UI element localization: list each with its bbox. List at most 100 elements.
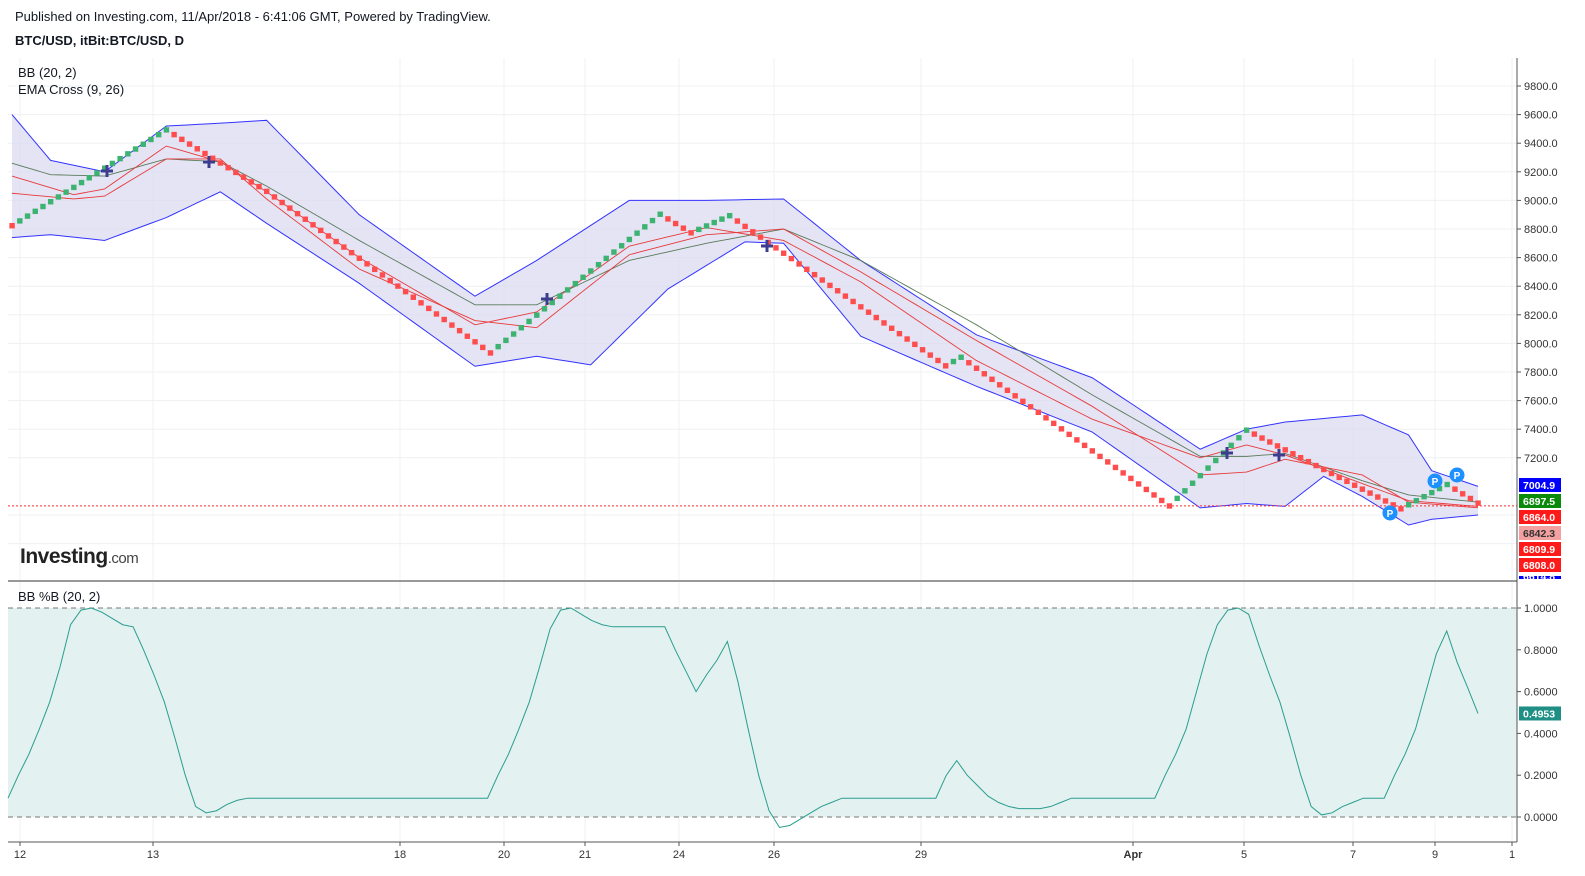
price-brick <box>865 309 872 315</box>
ema-cross-indicator-label[interactable]: EMA Cross (9, 26) <box>18 82 124 97</box>
price-brick <box>1135 481 1142 487</box>
price-brick <box>665 216 671 222</box>
price-brick <box>834 288 841 294</box>
price-brick <box>896 330 903 337</box>
price-brick <box>1051 420 1057 427</box>
price-brick <box>402 288 409 295</box>
price-brick <box>1398 506 1404 512</box>
price-brick <box>796 261 802 267</box>
x-tick-label: 24 <box>673 849 685 861</box>
price-brick <box>318 227 324 234</box>
price-brick <box>1112 464 1119 471</box>
price-brick <box>1313 462 1319 469</box>
price-brick <box>595 261 602 268</box>
price-brick <box>379 272 386 278</box>
price-brick <box>410 294 417 300</box>
price-brick <box>1282 447 1288 453</box>
price-brick <box>757 234 764 240</box>
price-tags: 7004.96897.56864.06842.36809.96808.06614… <box>1519 478 1561 721</box>
price-brick <box>626 236 633 243</box>
y-tick-label: 9000.0 <box>1524 195 1558 207</box>
y-tick-label: 0.2000 <box>1524 770 1558 782</box>
price-brick <box>1328 470 1335 477</box>
price-brick <box>534 312 540 318</box>
price-brick <box>1213 457 1219 464</box>
price-brick <box>78 179 85 186</box>
price-brick <box>850 298 856 305</box>
price-brick <box>634 230 640 236</box>
price-brick <box>950 358 957 365</box>
pivot-marker-label: P <box>1387 509 1394 520</box>
x-tick-label: 21 <box>579 849 591 861</box>
price-brick <box>919 347 926 353</box>
price-brick <box>943 363 949 369</box>
price-brick <box>1290 451 1296 457</box>
price-brick <box>1243 427 1250 433</box>
price-brick <box>156 131 162 138</box>
y-tick-label: 9400.0 <box>1524 138 1558 150</box>
price-brick <box>117 155 123 162</box>
price-brick <box>1459 491 1466 497</box>
price-brick <box>341 244 347 250</box>
price-brick <box>1027 404 1034 410</box>
x-tick-label: 9 <box>1432 849 1438 861</box>
price-brick <box>456 327 463 334</box>
price-tag-label: 6842.3 <box>1523 528 1555 540</box>
price-brick <box>1274 443 1281 449</box>
x-tick-label: 1 <box>1509 849 1515 861</box>
price-tag-label: 6809.9 <box>1523 544 1555 556</box>
price-brick <box>503 337 509 344</box>
price-brick <box>86 175 92 181</box>
x-tick-label: 18 <box>394 849 406 861</box>
price-brick <box>1066 431 1072 438</box>
price-brick <box>526 318 532 325</box>
price-brick <box>364 261 370 267</box>
price-brick <box>1105 459 1111 465</box>
price-brick <box>1089 448 1096 454</box>
y-tick-label: 9600.0 <box>1524 110 1558 122</box>
price-brick <box>186 141 193 147</box>
price-brick <box>696 226 702 233</box>
price-brick <box>240 174 247 180</box>
price-brick <box>441 316 447 323</box>
y-tick-label: 0.4000 <box>1524 728 1558 740</box>
price-brick <box>827 282 833 289</box>
percent-b-fill <box>8 608 1517 817</box>
pivot-marker-label: P <box>1432 477 1439 488</box>
price-brick <box>271 194 278 200</box>
price-brick <box>997 382 1003 388</box>
y-tick-label: 7600.0 <box>1524 396 1558 408</box>
price-brick <box>564 287 571 293</box>
price-brick <box>549 299 555 306</box>
x-tick-label: 7 <box>1350 849 1356 861</box>
price-brick <box>858 304 864 310</box>
price-brick <box>333 238 339 245</box>
price-brick <box>711 219 717 226</box>
bb-indicator-label[interactable]: BB (20, 2) <box>18 65 77 80</box>
price-brick <box>294 210 301 217</box>
price-brick <box>649 217 656 224</box>
price-brick <box>1128 475 1134 482</box>
price-brick <box>726 212 733 219</box>
price-brick <box>804 266 810 273</box>
y-tick-label: 8000.0 <box>1524 338 1558 350</box>
bbpb-indicator-label[interactable]: BB %B (20, 2) <box>18 589 100 604</box>
price-brick <box>518 325 525 331</box>
price-brick <box>225 165 231 171</box>
price-brick <box>395 283 401 289</box>
percent-b-tag-label: 0.4953 <box>1523 708 1555 720</box>
price-brick <box>1413 498 1420 504</box>
price-tag-label: 7004.9 <box>1523 480 1555 492</box>
price-tag-label: 6614.8 <box>1523 571 1555 583</box>
price-brick <box>981 371 987 377</box>
price-brick <box>32 208 38 215</box>
price-brick <box>217 160 224 166</box>
price-brick <box>495 343 501 350</box>
price-brick <box>1351 482 1358 488</box>
price-brick <box>1020 398 1026 405</box>
pivot-marker-label: P <box>1454 471 1461 482</box>
x-tick-label: Apr <box>1124 849 1144 861</box>
price-brick <box>1267 439 1273 445</box>
price-brick <box>1444 481 1450 488</box>
x-axis-ticks: 12 13 18 20 21 24 26 29 Apr 5 7 9 1 <box>14 842 1515 861</box>
